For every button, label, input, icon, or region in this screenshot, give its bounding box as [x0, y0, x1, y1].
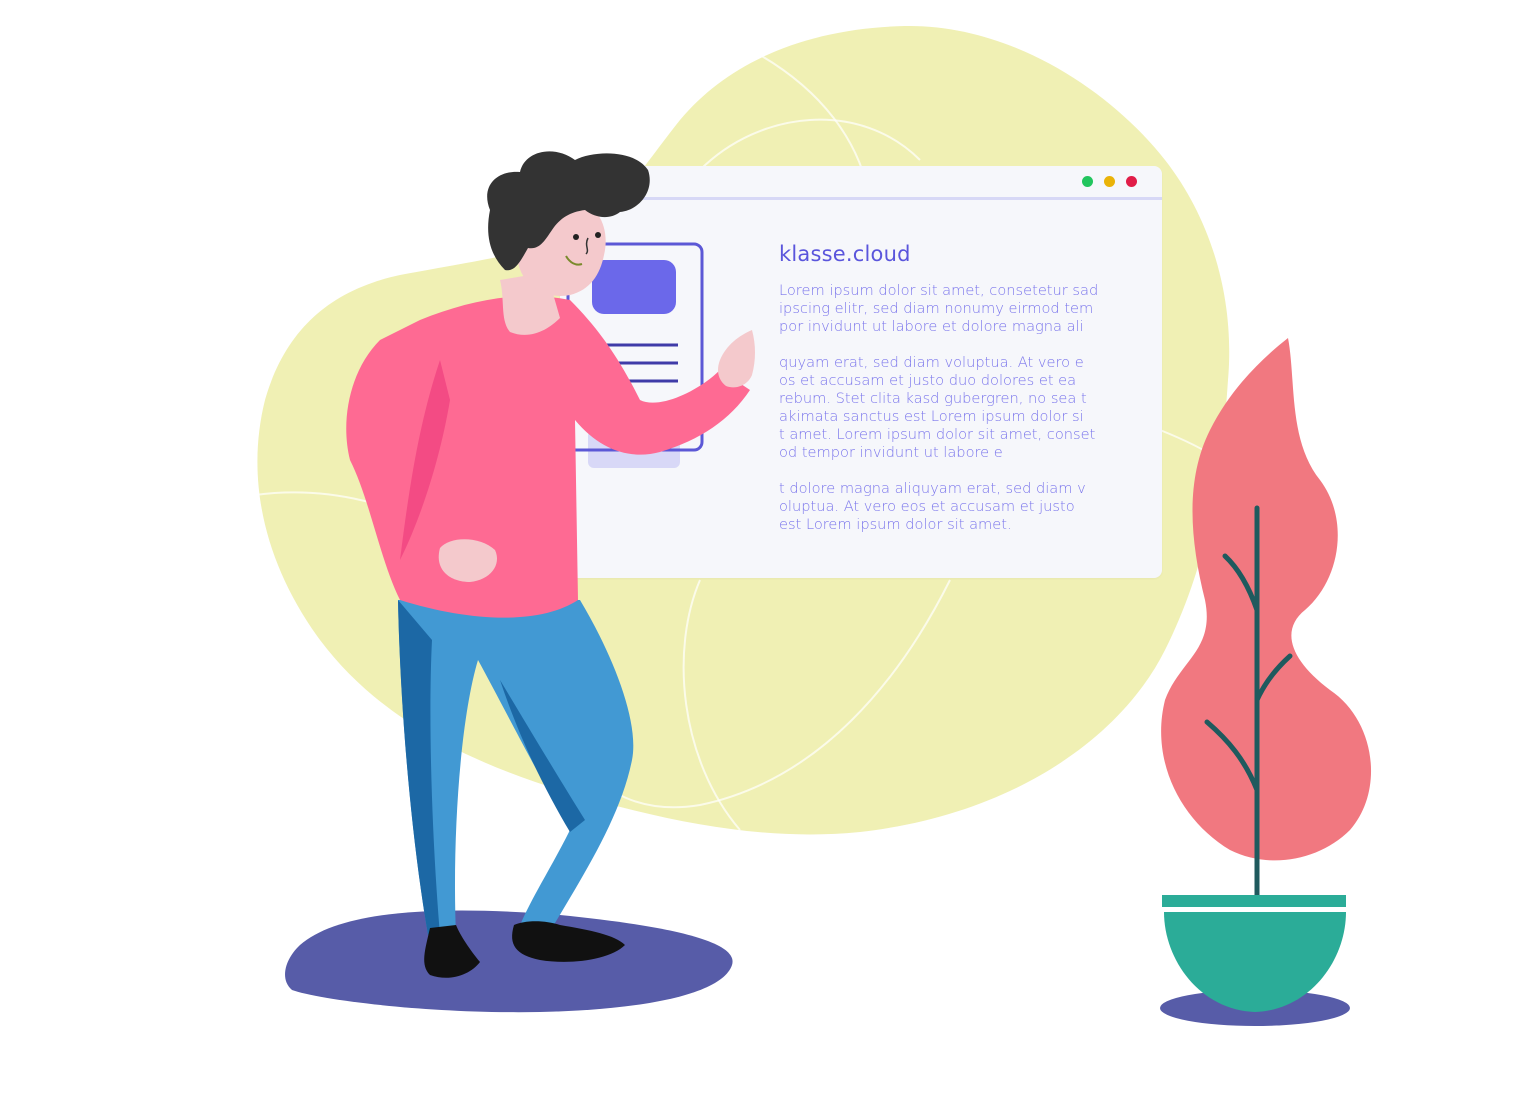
person-illustration	[346, 151, 755, 978]
foreground-illustration	[346, 151, 1372, 1012]
plant-leaf	[1161, 338, 1372, 861]
plant-pot-rim	[1162, 895, 1346, 907]
plant-illustration	[1161, 338, 1372, 1012]
plant-pot	[1164, 912, 1346, 1012]
card-image-block	[592, 260, 676, 314]
